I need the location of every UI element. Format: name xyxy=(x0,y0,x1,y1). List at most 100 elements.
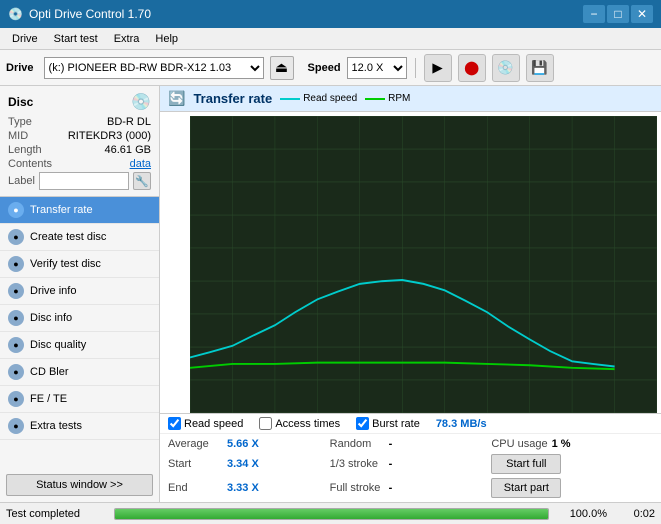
close-button[interactable]: ✕ xyxy=(631,5,653,23)
play-button[interactable]: ▶ xyxy=(424,54,452,82)
disc-fields: TypeBD-R DL MID RITEKDR3 (000) Length46.61 … xyxy=(8,116,151,170)
nav-item-disc-quality[interactable]: ● Disc quality xyxy=(0,332,159,359)
drive-select[interactable]: (k:) PIONEER BD-RW BDR-X12 1.03 xyxy=(44,57,264,79)
title-bar-left: 💿 Opti Drive Control 1.70 xyxy=(8,7,151,21)
access-times-checkbox-label[interactable]: Access times xyxy=(259,417,340,430)
read-speed-label: Read speed xyxy=(184,418,243,430)
disc-field-type: TypeBD-R DL xyxy=(8,116,151,128)
full-stroke-label: Full stroke xyxy=(330,482,385,494)
random-label: Random xyxy=(330,438,385,450)
start-value: 3.34 X xyxy=(227,458,267,470)
nav-item-drive-info[interactable]: ●Drive info xyxy=(0,278,159,305)
label-edit-button[interactable]: 🔧 xyxy=(133,172,151,190)
nav-label-disc-quality: Disc quality xyxy=(30,339,86,351)
progress-text: 100.0% xyxy=(557,508,607,520)
disc-icon: 💿 xyxy=(131,92,151,112)
disc-field-mid: MID RITEKDR3 (000) xyxy=(8,130,151,142)
burst-rate-value: 78.3 MB/s xyxy=(436,418,487,430)
chart-title: Transfer rate xyxy=(193,91,272,106)
menu-item-help[interactable]: Help xyxy=(147,31,186,47)
disc-button[interactable]: 💿 xyxy=(492,54,520,82)
stats-area: Average 5.66 X Random - CPU usage 1 % St… xyxy=(160,434,661,502)
average-label: Average xyxy=(168,438,223,450)
nav-items: ●Transfer rate●Create test disc●Verify t… xyxy=(0,197,159,468)
read-speed-checkbox-label[interactable]: Read speed xyxy=(168,417,243,430)
title-bar: 💿 Opti Drive Control 1.70 − □ ✕ xyxy=(0,0,661,28)
nav-icon-disc-quality: ● xyxy=(8,337,24,353)
nav-label-drive-info: Drive info xyxy=(30,285,76,297)
disc-key-length: Length xyxy=(8,144,42,156)
start-full-button[interactable]: Start full xyxy=(491,454,561,474)
save-button[interactable]: 💾 xyxy=(526,54,554,82)
nav-item-extra-tests[interactable]: ● Extra tests xyxy=(0,413,159,440)
checkboxes-row: Read speed Access times Burst rate 78.3 … xyxy=(160,413,661,434)
speed-label: Speed xyxy=(308,62,341,74)
nav-icon-disc-info: ● xyxy=(8,310,24,326)
legend-rpm-color xyxy=(365,98,385,100)
stroke13-value: - xyxy=(389,458,429,470)
nav-item-cd-bler[interactable]: ●CD Bler xyxy=(0,359,159,386)
time-text: 0:02 xyxy=(615,508,655,520)
random-value: - xyxy=(389,438,429,450)
toolbar-separator xyxy=(415,58,416,78)
read-speed-checkbox[interactable] xyxy=(168,417,181,430)
chart-icon: 🔄 xyxy=(168,90,185,107)
nav-item-fe-te[interactable]: ●FE / TE xyxy=(0,386,159,413)
legend-read-speed-label: Read speed xyxy=(303,93,357,104)
stat-start-full-btn-area: Start full xyxy=(491,452,653,476)
access-times-checkbox[interactable] xyxy=(259,417,272,430)
label-key: Label xyxy=(8,175,35,187)
legend-read-speed-color xyxy=(280,98,300,100)
disc-val-contents[interactable]: data xyxy=(130,158,151,170)
nav-label-extra-tests: Extra tests xyxy=(30,420,82,432)
nav-item-verify-test-disc[interactable]: ●Verify test disc xyxy=(0,251,159,278)
sidebar: Disc 💿 TypeBD-R DL MID RITEKDR3 (000) Lengt… xyxy=(0,86,160,502)
label-input[interactable] xyxy=(39,172,129,190)
legend-read-speed: Read speed xyxy=(280,93,357,104)
nav-icon-fe-te: ● xyxy=(8,391,24,407)
stroke13-label: 1/3 stroke xyxy=(330,458,385,470)
maximize-button[interactable]: □ xyxy=(607,5,629,23)
legend-rpm: RPM xyxy=(365,93,410,104)
speed-select[interactable]: MAX2.0 X4.0 X6.0 X8.0 X10.0 X12.0 X16.0 … xyxy=(347,57,407,79)
status-window-button[interactable]: Status window >> xyxy=(6,474,153,496)
disc-field-length: Length46.61 GB xyxy=(8,144,151,156)
full-stroke-value: - xyxy=(389,482,429,494)
progress-bar xyxy=(115,509,548,519)
menu-item-extra[interactable]: Extra xyxy=(106,31,148,47)
disc-val-type: BD-R DL xyxy=(107,116,151,128)
status-bar: Test completed 100.0% 0:02 xyxy=(0,502,661,524)
burst-rate-checkbox[interactable] xyxy=(356,417,369,430)
stat-start: Start 3.34 X xyxy=(168,452,330,476)
stat-random: Random - xyxy=(330,436,492,452)
nav-item-create-test-disc[interactable]: ●Create test disc xyxy=(0,224,159,251)
end-value: 3.33 X xyxy=(227,482,267,494)
disc-header: Disc 💿 xyxy=(8,92,151,112)
nav-item-disc-info[interactable]: ●Disc info xyxy=(0,305,159,332)
cpu-value: 1 % xyxy=(552,438,592,450)
disc-key-mid: MID xyxy=(8,130,28,142)
stat-end: End 3.33 X xyxy=(168,476,330,500)
access-times-label: Access times xyxy=(275,418,340,430)
start-label: Start xyxy=(168,458,223,470)
nav-icon-extra-tests: ● xyxy=(8,418,24,434)
status-text: Test completed xyxy=(6,508,106,520)
minimize-button[interactable]: − xyxy=(583,5,605,23)
chart-container: 18 X 16 X 14 X 12 X 10 X 8 X 6 X 4 X 2 X… xyxy=(160,112,661,413)
start-part-button[interactable]: Start part xyxy=(491,478,561,498)
label-row: Label 🔧 xyxy=(8,172,151,190)
burst-rate-checkbox-label[interactable]: Burst rate xyxy=(356,417,420,430)
disc-val-mid: RITEKDR3 (000) xyxy=(68,130,151,142)
menu-item-drive[interactable]: Drive xyxy=(4,31,46,47)
legend-rpm-label: RPM xyxy=(388,93,410,104)
record-button[interactable]: ⬤ xyxy=(458,54,486,82)
nav-item-transfer-rate[interactable]: ●Transfer rate xyxy=(0,197,159,224)
chart-svg: 18 X 16 X 14 X 12 X 10 X 8 X 6 X 4 X 2 X… xyxy=(190,116,657,413)
menu-bar: DriveStart testExtraHelp xyxy=(0,28,661,50)
menu-item-start-test[interactable]: Start test xyxy=(46,31,106,47)
toolbar: Drive (k:) PIONEER BD-RW BDR-X12 1.03 ⏏ … xyxy=(0,50,661,86)
stat-cpu: CPU usage 1 % xyxy=(491,436,653,452)
drive-label: Drive xyxy=(6,62,34,74)
nav-icon-create-test-disc: ● xyxy=(8,229,24,245)
eject-button[interactable]: ⏏ xyxy=(270,56,294,80)
